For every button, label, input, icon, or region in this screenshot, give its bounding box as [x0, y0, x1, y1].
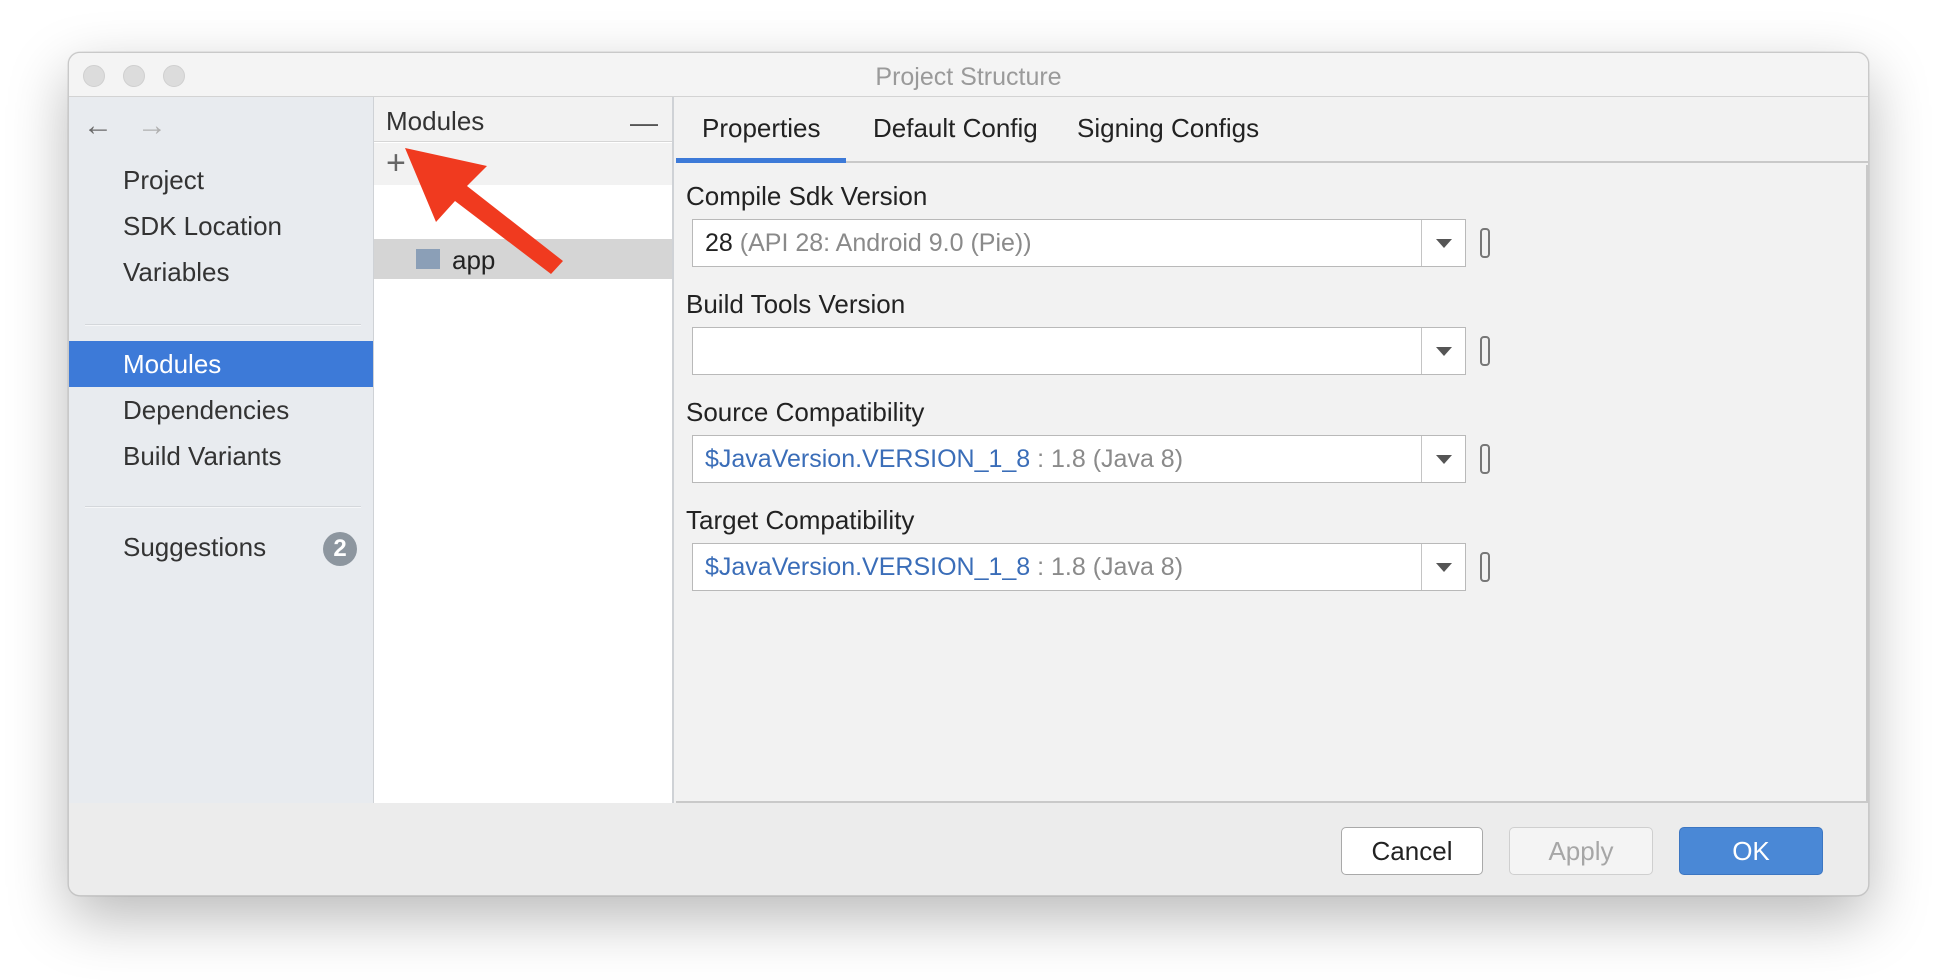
back-arrow-icon[interactable]: ← — [83, 111, 113, 141]
add-icon[interactable]: + — [386, 145, 406, 181]
tab-label: Signing Configs — [1077, 113, 1260, 143]
target-compat-label: Target Compatibility — [686, 505, 915, 535]
dialog-footer: Cancel Apply OK — [69, 803, 1868, 895]
variable-binding-icon[interactable] — [1480, 228, 1490, 258]
compile-sdk-combo[interactable]: 28 (API 28: Android 9.0 (Pie)) — [692, 219, 1466, 267]
source-compat-label: Source Compatibility — [686, 397, 925, 427]
sidebar-item-modules[interactable]: Modules — [69, 341, 373, 387]
sidebar-item-suggestions[interactable]: Suggestions 2 — [69, 524, 373, 570]
sidebar-item-label: Project — [123, 165, 204, 195]
annotation-arrow-icon — [405, 148, 563, 274]
sidebar-item-label: Build Variants — [123, 441, 282, 471]
sidebar-item-build-variants[interactable]: Build Variants — [69, 433, 373, 479]
source-compat-hint: : 1.8 (Java 8) — [1037, 445, 1184, 473]
apply-button[interactable]: Apply — [1509, 827, 1653, 875]
dropdown-arrow-icon[interactable] — [1421, 436, 1465, 482]
variable-binding-icon[interactable] — [1480, 444, 1490, 474]
target-compat-value: $JavaVersion.VERSION_1_8 — [705, 553, 1031, 581]
tab-default-config[interactable]: Default Config — [873, 113, 1038, 144]
tab-label: Properties — [702, 113, 821, 143]
compile-sdk-label: Compile Sdk Version — [686, 181, 928, 211]
active-tab-indicator — [676, 158, 846, 163]
sidebar-item-label: Suggestions — [123, 532, 267, 562]
build-tools-label: Build Tools Version — [686, 289, 906, 319]
source-compat-value: $JavaVersion.VERSION_1_8 — [705, 445, 1031, 473]
properties-panel: Compile Sdk Version 28 (API 28: Android … — [676, 165, 1868, 803]
sidebar-divider — [85, 324, 361, 326]
dropdown-arrow-icon[interactable] — [1421, 220, 1465, 266]
modules-panel-title: Modules — [386, 106, 485, 136]
target-compat-hint: : 1.8 (Java 8) — [1037, 553, 1184, 581]
variable-binding-icon[interactable] — [1480, 336, 1490, 366]
dropdown-arrow-icon[interactable] — [1421, 328, 1465, 374]
compile-sdk-value: 28 — [705, 229, 733, 257]
tab-label: Default Config — [873, 113, 1038, 143]
tab-bar: Properties Default Config Signing Config… — [676, 97, 1868, 163]
build-tools-combo[interactable] — [692, 327, 1466, 375]
sidebar-divider — [85, 506, 361, 508]
suggestions-count-badge: 2 — [323, 532, 357, 566]
tab-properties[interactable]: Properties — [702, 113, 821, 144]
sidebar-item-label: SDK Location — [123, 211, 282, 241]
cancel-button[interactable]: Cancel — [1341, 827, 1483, 875]
title-bar: Project Structure — [69, 53, 1868, 97]
source-compat-combo[interactable]: $JavaVersion.VERSION_1_8 : 1.8 (Java 8) — [692, 435, 1466, 483]
target-compat-combo[interactable]: $JavaVersion.VERSION_1_8 : 1.8 (Java 8) — [692, 543, 1466, 591]
compile-sdk-hint: (API 28: Android 9.0 (Pie)) — [739, 229, 1032, 257]
sidebar: ← → Project SDK Location Variables Modul… — [69, 97, 374, 803]
dropdown-arrow-icon[interactable] — [1421, 544, 1465, 590]
tab-signing-configs[interactable]: Signing Configs — [1077, 113, 1259, 144]
project-structure-dialog: Project Structure ← → Project SDK Locati… — [68, 52, 1869, 896]
ok-button[interactable]: OK — [1679, 827, 1823, 875]
sidebar-item-project[interactable]: Project — [69, 157, 373, 203]
variable-binding-icon[interactable] — [1480, 552, 1490, 582]
sidebar-item-label: Dependencies — [123, 395, 290, 425]
sidebar-item-variables[interactable]: Variables — [69, 249, 373, 295]
collapse-panel-icon[interactable]: — — [630, 107, 658, 139]
window-title: Project Structure — [875, 63, 1062, 91]
sidebar-item-label: Variables — [123, 257, 230, 287]
sidebar-item-label: Modules — [123, 349, 222, 379]
sidebar-item-dependencies[interactable]: Dependencies — [69, 387, 373, 433]
sidebar-item-sdk-location[interactable]: SDK Location — [69, 203, 373, 249]
modules-header: Modules — — [374, 97, 672, 142]
forward-arrow-icon[interactable]: → — [137, 111, 167, 141]
